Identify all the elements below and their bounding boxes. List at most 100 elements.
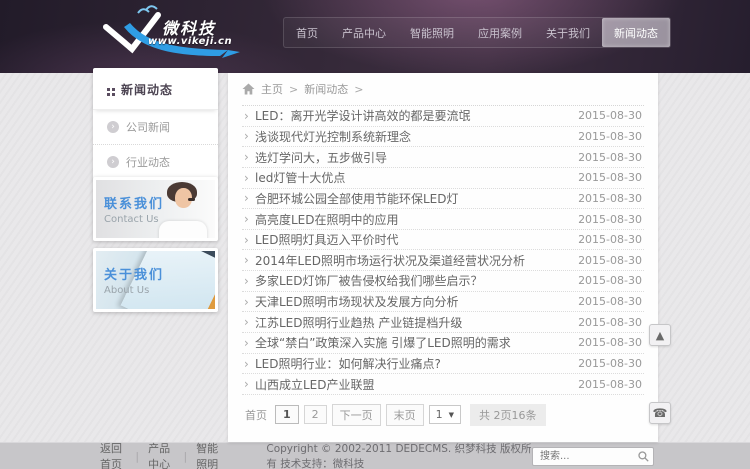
nav-item[interactable]: 新闻动态 [602, 18, 670, 47]
chevron-bullet-icon: › [244, 108, 249, 123]
breadcrumb-items: 主页 > 新闻动态 > [261, 81, 363, 97]
news-list-item[interactable]: › 合肥环城公园全部使用节能环保LED灯 2015-08-30 [242, 189, 644, 210]
agent-body-shape [159, 221, 207, 238]
pagination-next-button[interactable]: 下一页 [331, 403, 381, 426]
news-date: 2015-08-30 [578, 109, 642, 123]
chevron-bullet-icon: › [244, 315, 249, 330]
news-title: LED照明灯具迈入平价时代 [255, 233, 399, 248]
news-list-item[interactable]: › 高亮度LED在照明中的应用 2015-08-30 [242, 209, 644, 230]
news-list-item[interactable]: › 2014年LED照明市场运行状况及渠道经营状况分析 2015-08-30 [242, 250, 644, 272]
chevron-bullet-icon: › [244, 150, 249, 165]
main-content: 主页 > 新闻动态 > › LED：离开光学设计讲高效的都是要流氓 2015-0… [228, 73, 658, 442]
pagination-page-button[interactable]: 2 [303, 405, 327, 425]
copyright-text: Copyright © 2002-2011 DEDECMS. 织梦科技 版权所有… [266, 443, 532, 469]
footer: 返回首页 | 产品中心 | 智能照明 | Copyright © 2002-20… [0, 442, 750, 469]
news-title: 江苏LED照明行业趋热 产业链提档升级 [255, 315, 463, 330]
banner-subtitle: Contact Us [104, 214, 159, 225]
home-icon [242, 83, 255, 95]
pagination-summary: 共 2页16条 [470, 403, 546, 426]
news-list-item[interactable]: › 浅谈现代灯光控制系统新理念 2015-08-30 [242, 127, 644, 148]
grid-icon [107, 88, 110, 91]
banner-subtitle: About Us [104, 285, 150, 296]
sidebar-links: › 公司新闻 › 行业动态 [93, 110, 218, 179]
news-date: 2015-08-30 [578, 336, 642, 350]
news-date: 2015-08-30 [578, 377, 642, 391]
chevron-bullet-icon: › [244, 356, 249, 371]
scroll-to-top-button[interactable]: ▲ [649, 324, 671, 346]
footer-link[interactable]: 返回首页 [100, 440, 126, 469]
search-input[interactable] [532, 446, 654, 466]
page-select-dropdown[interactable]: 1 ▼ [428, 405, 462, 425]
about-banner-image: 关于我们 About Us [96, 251, 215, 309]
footer-links: 返回首页 | 产品中心 | 智能照明 | [100, 440, 228, 469]
pagination-first-button[interactable]: 首页 [242, 405, 270, 425]
news-title: 选灯学问大，五步做引导 [255, 150, 388, 165]
headset-mic-shape [188, 198, 195, 201]
sidebar-link[interactable]: › 行业动态 [93, 145, 218, 179]
circle-arrow-icon: › [107, 121, 119, 133]
news-list-item[interactable]: › LED：离开光学设计讲高效的都是要流氓 2015-08-30 [242, 106, 644, 127]
breadcrumb-link[interactable]: 新闻动态 [304, 81, 348, 97]
news-date: 2015-08-30 [578, 315, 642, 329]
nav-item[interactable]: 产品中心 [330, 18, 398, 47]
footer-separator: | [183, 449, 188, 463]
news-list-item[interactable]: › 多家LED灯饰厂被告侵权给我们哪些启示？ 2015-08-30 [242, 271, 644, 292]
chevron-down-icon: ▼ [448, 410, 455, 419]
news-date: 2015-08-30 [578, 191, 642, 205]
logo-url: www.vikeji.cn [148, 36, 233, 47]
nav-item[interactable]: 智能照明 [398, 18, 466, 47]
news-date: 2015-08-30 [578, 129, 642, 143]
footer-separator: | [135, 449, 140, 463]
pagination: 首页 1 2 下一页 末页 1 ▼ 共 2页16条 [242, 403, 644, 426]
news-list-item[interactable]: › 选灯学问大，五步做引导 2015-08-30 [242, 147, 644, 168]
chevron-bullet-icon: › [244, 335, 249, 350]
news-list: › LED：离开光学设计讲高效的都是要流氓 2015-08-30 › 浅谈现代灯… [242, 106, 644, 395]
site-logo[interactable]: 微科技 www.vikeji.cn [100, 5, 270, 67]
search-icon[interactable] [638, 450, 649, 462]
news-title: 全球“禁白”政策深入实施 引爆了LED照明的需求 [255, 336, 511, 351]
footer-link[interactable]: 智能照明 [196, 440, 228, 469]
contact-us-banner[interactable]: 联系我们 Contact Us [93, 177, 218, 241]
sidebar-link[interactable]: › 公司新闻 [93, 110, 218, 145]
news-title: LED：离开光学设计讲高效的都是要流氓 [255, 109, 471, 124]
chevron-bullet-icon: › [244, 129, 249, 144]
news-list-item[interactable]: › 全球“禁白”政策深入实施 引爆了LED照明的需求 2015-08-30 [242, 333, 644, 354]
breadcrumb: 主页 > 新闻动态 > [242, 73, 644, 106]
news-title: 高亮度LED在照明中的应用 [255, 212, 399, 227]
nav-item[interactable]: 首页 [284, 18, 330, 47]
news-list-item[interactable]: › LED照明灯具迈入平价时代 2015-08-30 [242, 230, 644, 251]
contact-phone-button[interactable]: ☎ [649, 402, 671, 424]
sidebar-header: 新闻动态 [93, 68, 218, 110]
nav-item[interactable]: 应用案例 [466, 18, 534, 47]
circle-arrow-icon: › [107, 156, 119, 168]
main-nav: 首页 产品中心 智能照明 应用案例 关于我们 新闻动态 [283, 17, 671, 48]
news-title: 山西成立LED产业联盟 [255, 377, 375, 392]
news-date: 2015-08-30 [578, 150, 642, 164]
chevron-bullet-icon: › [244, 212, 249, 227]
chevron-bullet-icon: › [244, 377, 249, 392]
news-list-item[interactable]: › 天津LED照明市场现状及发展方向分析 2015-08-30 [242, 292, 644, 313]
news-list-item[interactable]: › LED照明行业：如何解决行业痛点? 2015-08-30 [242, 354, 644, 375]
news-list-item[interactable]: › 山西成立LED产业联盟 2015-08-30 [242, 374, 644, 395]
pagination-last-button[interactable]: 末页 [385, 403, 424, 426]
page: 微科技 www.vikeji.cn 首页 产品中心 智能照明 应用案例 关于我们… [0, 0, 750, 469]
chevron-bullet-icon: › [244, 294, 249, 309]
page-select-value: 1 [435, 408, 443, 422]
chevron-bullet-icon: › [244, 191, 249, 206]
contact-banner-image: 联系我们 Contact Us [96, 180, 215, 238]
news-date: 2015-08-30 [578, 274, 642, 288]
news-date: 2015-08-30 [578, 295, 642, 309]
pagination-pages: 1 2 [275, 405, 327, 425]
news-list-item[interactable]: › led灯管十大优点 2015-08-30 [242, 168, 644, 189]
breadcrumb-link[interactable]: 主页 [261, 81, 283, 97]
about-us-banner[interactable]: 关于我们 About Us [93, 248, 218, 312]
news-date: 2015-08-30 [578, 212, 642, 226]
breadcrumb-separator: > [289, 82, 299, 96]
news-title: 合肥环城公园全部使用节能环保LED灯 [255, 191, 459, 206]
footer-link[interactable]: 产品中心 [148, 440, 174, 469]
pagination-page-button[interactable]: 1 [275, 405, 299, 425]
phone-icon: ☎ [652, 406, 668, 420]
chevron-bullet-icon: › [244, 253, 249, 268]
news-list-item[interactable]: › 江苏LED照明行业趋热 产业链提档升级 2015-08-30 [242, 312, 644, 334]
nav-item[interactable]: 关于我们 [534, 18, 602, 47]
